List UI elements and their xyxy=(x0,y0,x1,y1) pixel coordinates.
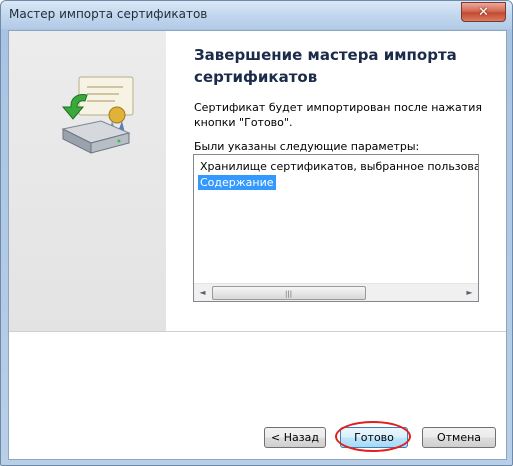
close-button[interactable]: ✕ xyxy=(461,2,506,22)
scroll-thumb[interactable]: ||| xyxy=(212,286,366,300)
parameters-label: Были указаны следующие параметры: xyxy=(194,140,420,153)
wizard-window: Мастер импорта сертификатов ✕ Завершение… xyxy=(0,0,513,466)
list-item-content[interactable]: Содержание xyxy=(198,175,276,190)
close-icon: ✕ xyxy=(478,4,489,20)
horizontal-scrollbar[interactable]: ◄ ||| ► xyxy=(194,283,478,301)
page-title-line-1: Завершение мастера импорта xyxy=(194,46,457,64)
back-button[interactable]: < Назад xyxy=(264,427,326,448)
window-title: Мастер импорта сертификатов xyxy=(9,7,208,21)
page-title: Завершение мастера импорта сертификатов xyxy=(194,44,494,88)
list-item-store[interactable]: Хранилище сертификатов, выбранное пользо… xyxy=(198,159,478,174)
grip-icon: ||| xyxy=(285,290,293,298)
cancel-button[interactable]: Отмена xyxy=(422,427,496,448)
parameters-listbox[interactable]: Хранилище сертификатов, выбранное пользо… xyxy=(193,154,479,302)
wizard-side-panel xyxy=(9,31,166,331)
title-bar[interactable]: Мастер импорта сертификатов ✕ xyxy=(1,1,512,29)
wizard-client-area: Завершение мастера импорта сертификатов … xyxy=(8,30,507,460)
scroll-right-icon[interactable]: ► xyxy=(461,284,478,301)
page-description: Сертификат будет импортирован после нажа… xyxy=(194,100,494,130)
finish-button[interactable]: Готово xyxy=(340,427,408,448)
page-title-line-2: сертификатов xyxy=(194,68,318,86)
certificate-import-icon xyxy=(61,76,134,154)
description-line-2: кнопки "Готово". xyxy=(194,116,293,129)
footer-divider xyxy=(9,331,506,332)
scroll-left-icon[interactable]: ◄ xyxy=(194,284,211,301)
description-line-1: Сертификат будет импортирован после нажа… xyxy=(194,101,482,114)
